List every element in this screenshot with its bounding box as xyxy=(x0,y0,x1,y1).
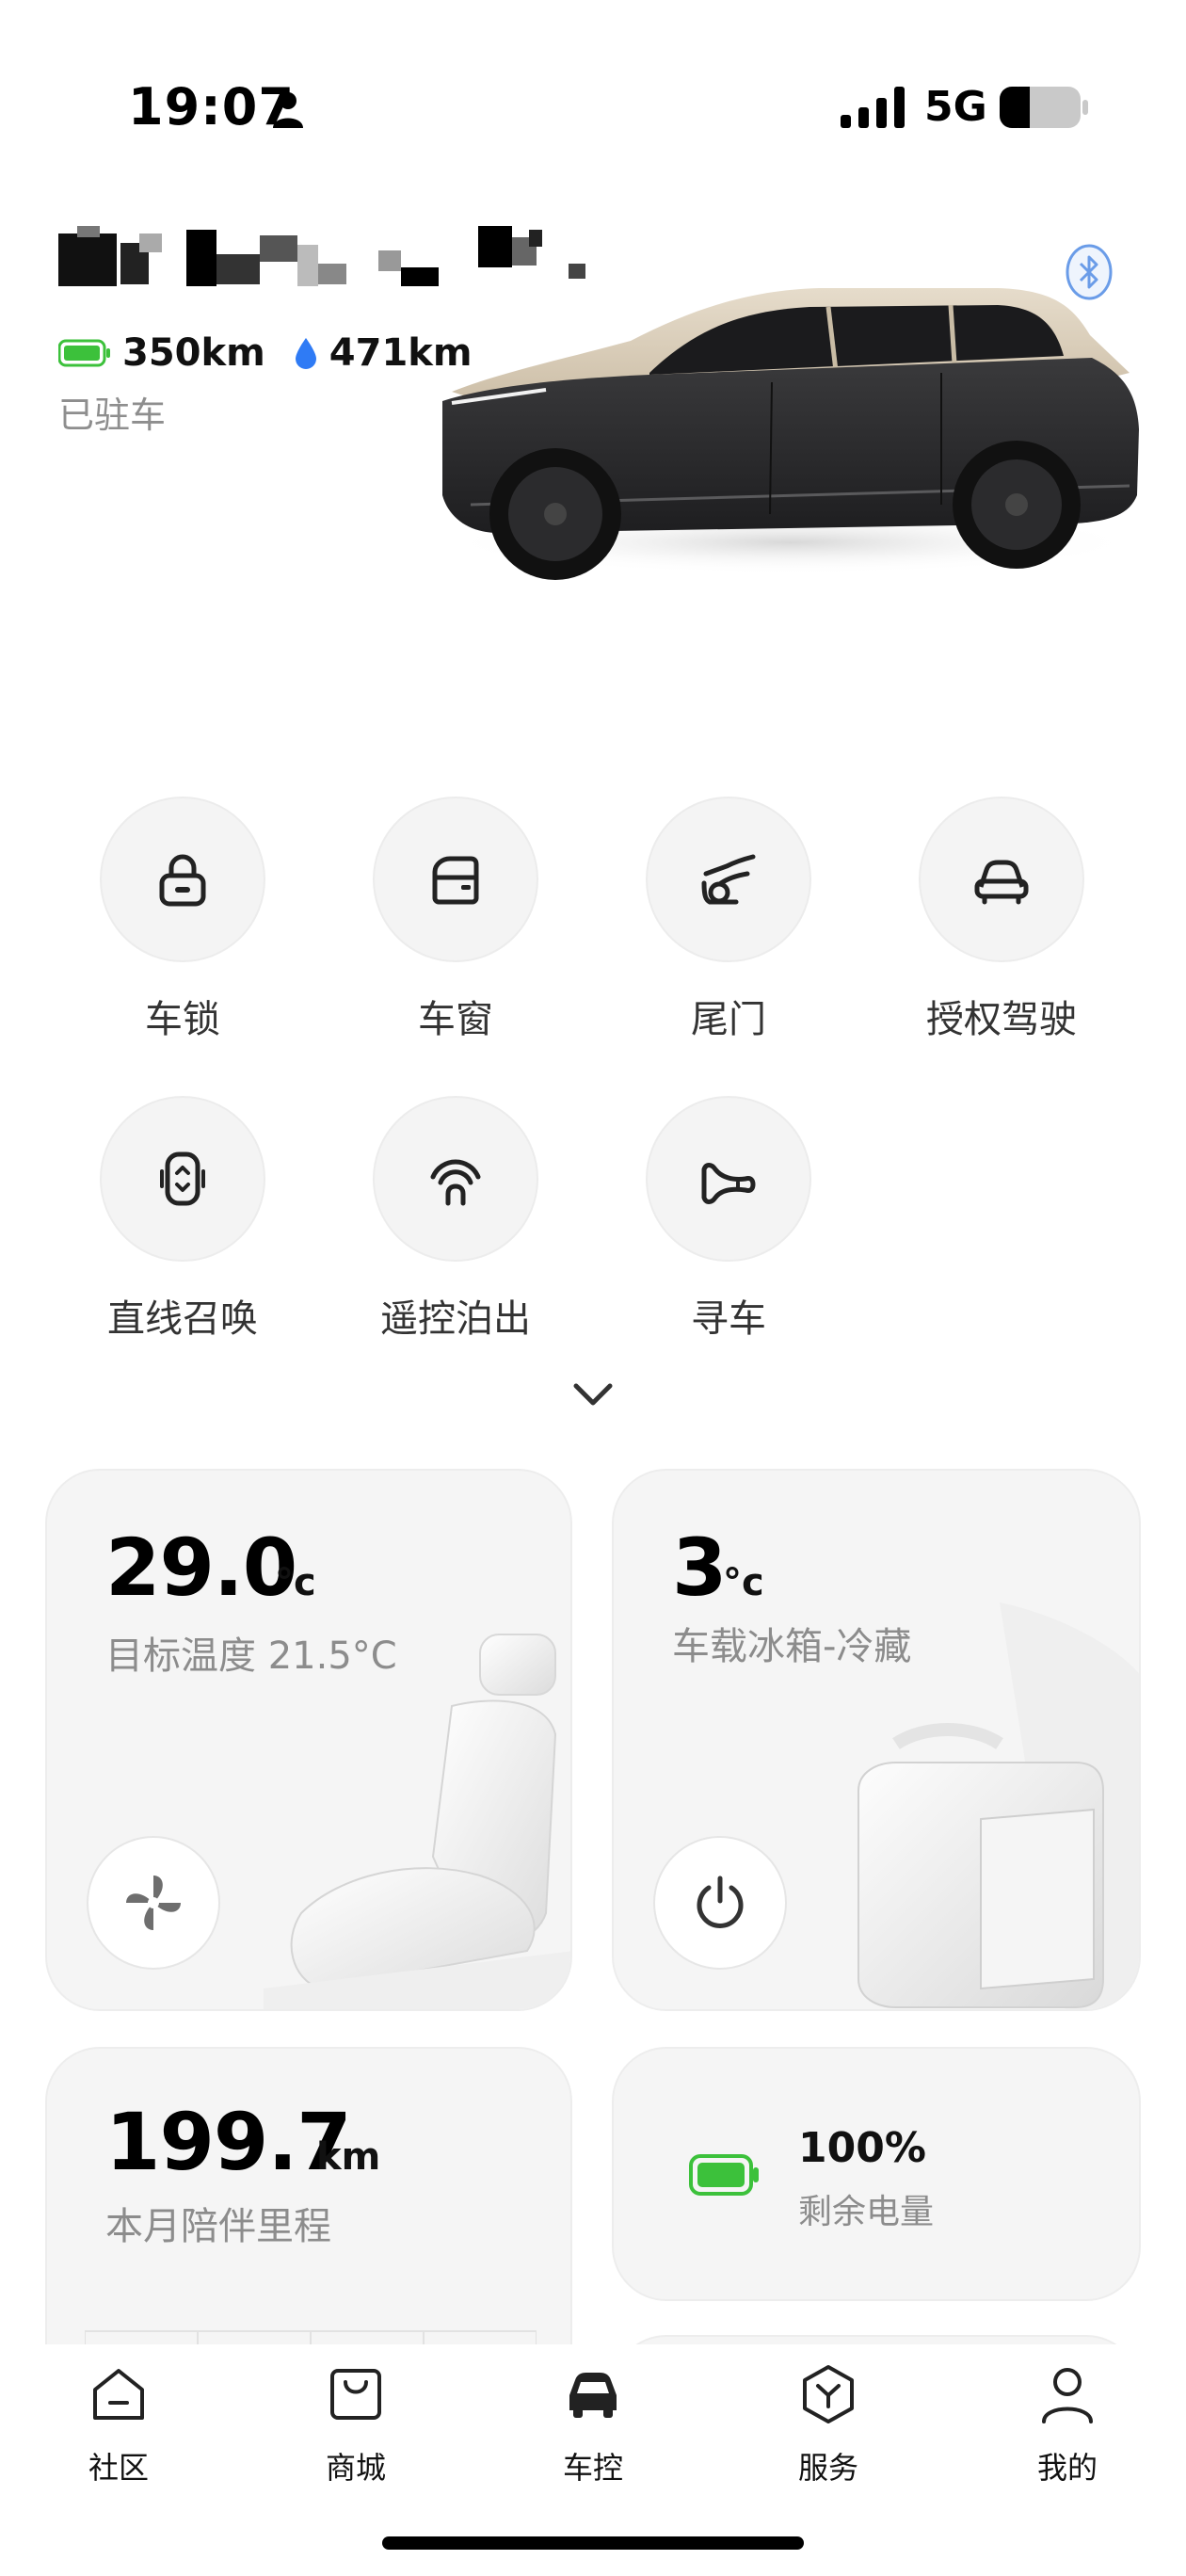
window-label: 车窗 xyxy=(418,998,493,1041)
horn-icon xyxy=(701,1163,756,1204)
status-time: 19:07 xyxy=(128,77,295,137)
window-control-button[interactable] xyxy=(373,797,538,962)
seat-illustration xyxy=(264,1634,570,2009)
fan-button[interactable] xyxy=(87,1836,220,1970)
tailgate-icon xyxy=(701,854,756,905)
nav-car-control[interactable]: 车控 xyxy=(518,2363,668,2487)
authorized-drive-label: 授权驾驶 xyxy=(926,998,1077,1041)
shop-icon xyxy=(330,2369,381,2420)
nav-profile-label: 我的 xyxy=(1036,2450,1098,2486)
cabin-temperature: 29.0 xyxy=(105,1521,297,1614)
lock-control[interactable]: 车锁 xyxy=(60,797,305,1043)
nav-shop[interactable]: 商城 xyxy=(280,2363,431,2487)
fridge-mode: 车载冰箱-冷藏 xyxy=(672,1625,912,1668)
electric-range: 350km xyxy=(122,331,265,375)
fridge-card[interactable]: 3 °c 车载冰箱-冷藏 xyxy=(612,1469,1141,2011)
profile-icon xyxy=(1042,2368,1093,2423)
fan-icon xyxy=(126,1876,181,1930)
nav-service[interactable]: 服务 xyxy=(753,2363,904,2487)
fridge-power-button[interactable] xyxy=(653,1836,787,1970)
nav-shop-label: 商城 xyxy=(325,2450,386,2486)
tailgate-control[interactable]: 尾门 xyxy=(606,797,851,1043)
park-status: 已驻车 xyxy=(58,394,167,436)
summon-control[interactable]: 直线召唤 xyxy=(60,1096,305,1343)
summon-label: 直线召唤 xyxy=(107,1297,258,1341)
person-icon xyxy=(273,92,303,128)
monthly-mileage-unit: km xyxy=(316,2135,381,2179)
battery-card[interactable]: 100% 剩余电量 xyxy=(612,2047,1141,2301)
window-icon xyxy=(432,856,479,905)
battery-label: 剩余电量 xyxy=(798,2193,935,2231)
tailgate-control-button[interactable] xyxy=(646,797,811,962)
chevron-down-icon[interactable] xyxy=(570,1380,616,1409)
battery-percent: 100% xyxy=(798,2124,926,2172)
tailgate-label: 尾门 xyxy=(691,998,766,1041)
climate-card[interactable]: 29.0 °c 目标温度 21.5°C xyxy=(45,1469,572,2011)
target-temperature: 目标温度 21.5°C xyxy=(105,1634,397,1678)
nav-service-label: 服务 xyxy=(797,2450,858,2486)
cabin-temperature-unit: °c xyxy=(275,1561,316,1604)
monthly-mileage: 199.7 xyxy=(105,2096,352,2188)
lock-label: 车锁 xyxy=(145,998,220,1041)
fridge-temperature: 3 xyxy=(672,1521,727,1614)
monthly-mileage-label: 本月陪伴里程 xyxy=(105,2205,331,2248)
status-bar: 19:07 5G xyxy=(0,0,1186,160)
signal-icon xyxy=(841,87,905,128)
community-icon xyxy=(93,2369,144,2420)
fridge-temperature-unit: °c xyxy=(723,1561,764,1604)
authorized-drive-control[interactable]: 授权驾驶 xyxy=(879,797,1124,1043)
lock-icon xyxy=(159,854,206,907)
authorized-drive-control-button[interactable] xyxy=(919,797,1084,962)
fuel-drop-icon xyxy=(295,338,316,369)
power-icon xyxy=(697,1876,744,1928)
window-control[interactable]: 车窗 xyxy=(333,797,578,1043)
network-type: 5G xyxy=(924,83,987,131)
home-indicator[interactable] xyxy=(382,2536,804,2550)
lock-control-button[interactable] xyxy=(100,797,265,962)
find-car-control[interactable]: 寻车 xyxy=(606,1096,851,1343)
service-icon xyxy=(803,2365,854,2423)
summon-icon xyxy=(160,1151,205,1206)
remote-park-label: 遥控泊出 xyxy=(380,1297,531,1341)
vehicle-image xyxy=(442,288,1139,580)
find-car-label: 寻车 xyxy=(691,1297,766,1341)
battery-icon xyxy=(1000,87,1088,128)
find-car-control-button[interactable] xyxy=(646,1096,811,1262)
remote-park-icon xyxy=(430,1159,481,1206)
nav-car-control-label: 车控 xyxy=(562,2450,623,2486)
authorized-drive-icon xyxy=(974,860,1029,905)
remote-park-control[interactable]: 遥控泊出 xyxy=(333,1096,578,1343)
battery-range-icon xyxy=(58,339,110,367)
summon-control-button[interactable] xyxy=(100,1096,265,1262)
nav-community[interactable]: 社区 xyxy=(43,2363,194,2487)
nav-community-label: 社区 xyxy=(88,2450,149,2486)
nav-profile[interactable]: 我的 xyxy=(992,2363,1143,2487)
battery-level-icon xyxy=(689,2154,759,2196)
remote-park-control-button[interactable] xyxy=(373,1096,538,1262)
car-control-icon xyxy=(569,2373,617,2418)
